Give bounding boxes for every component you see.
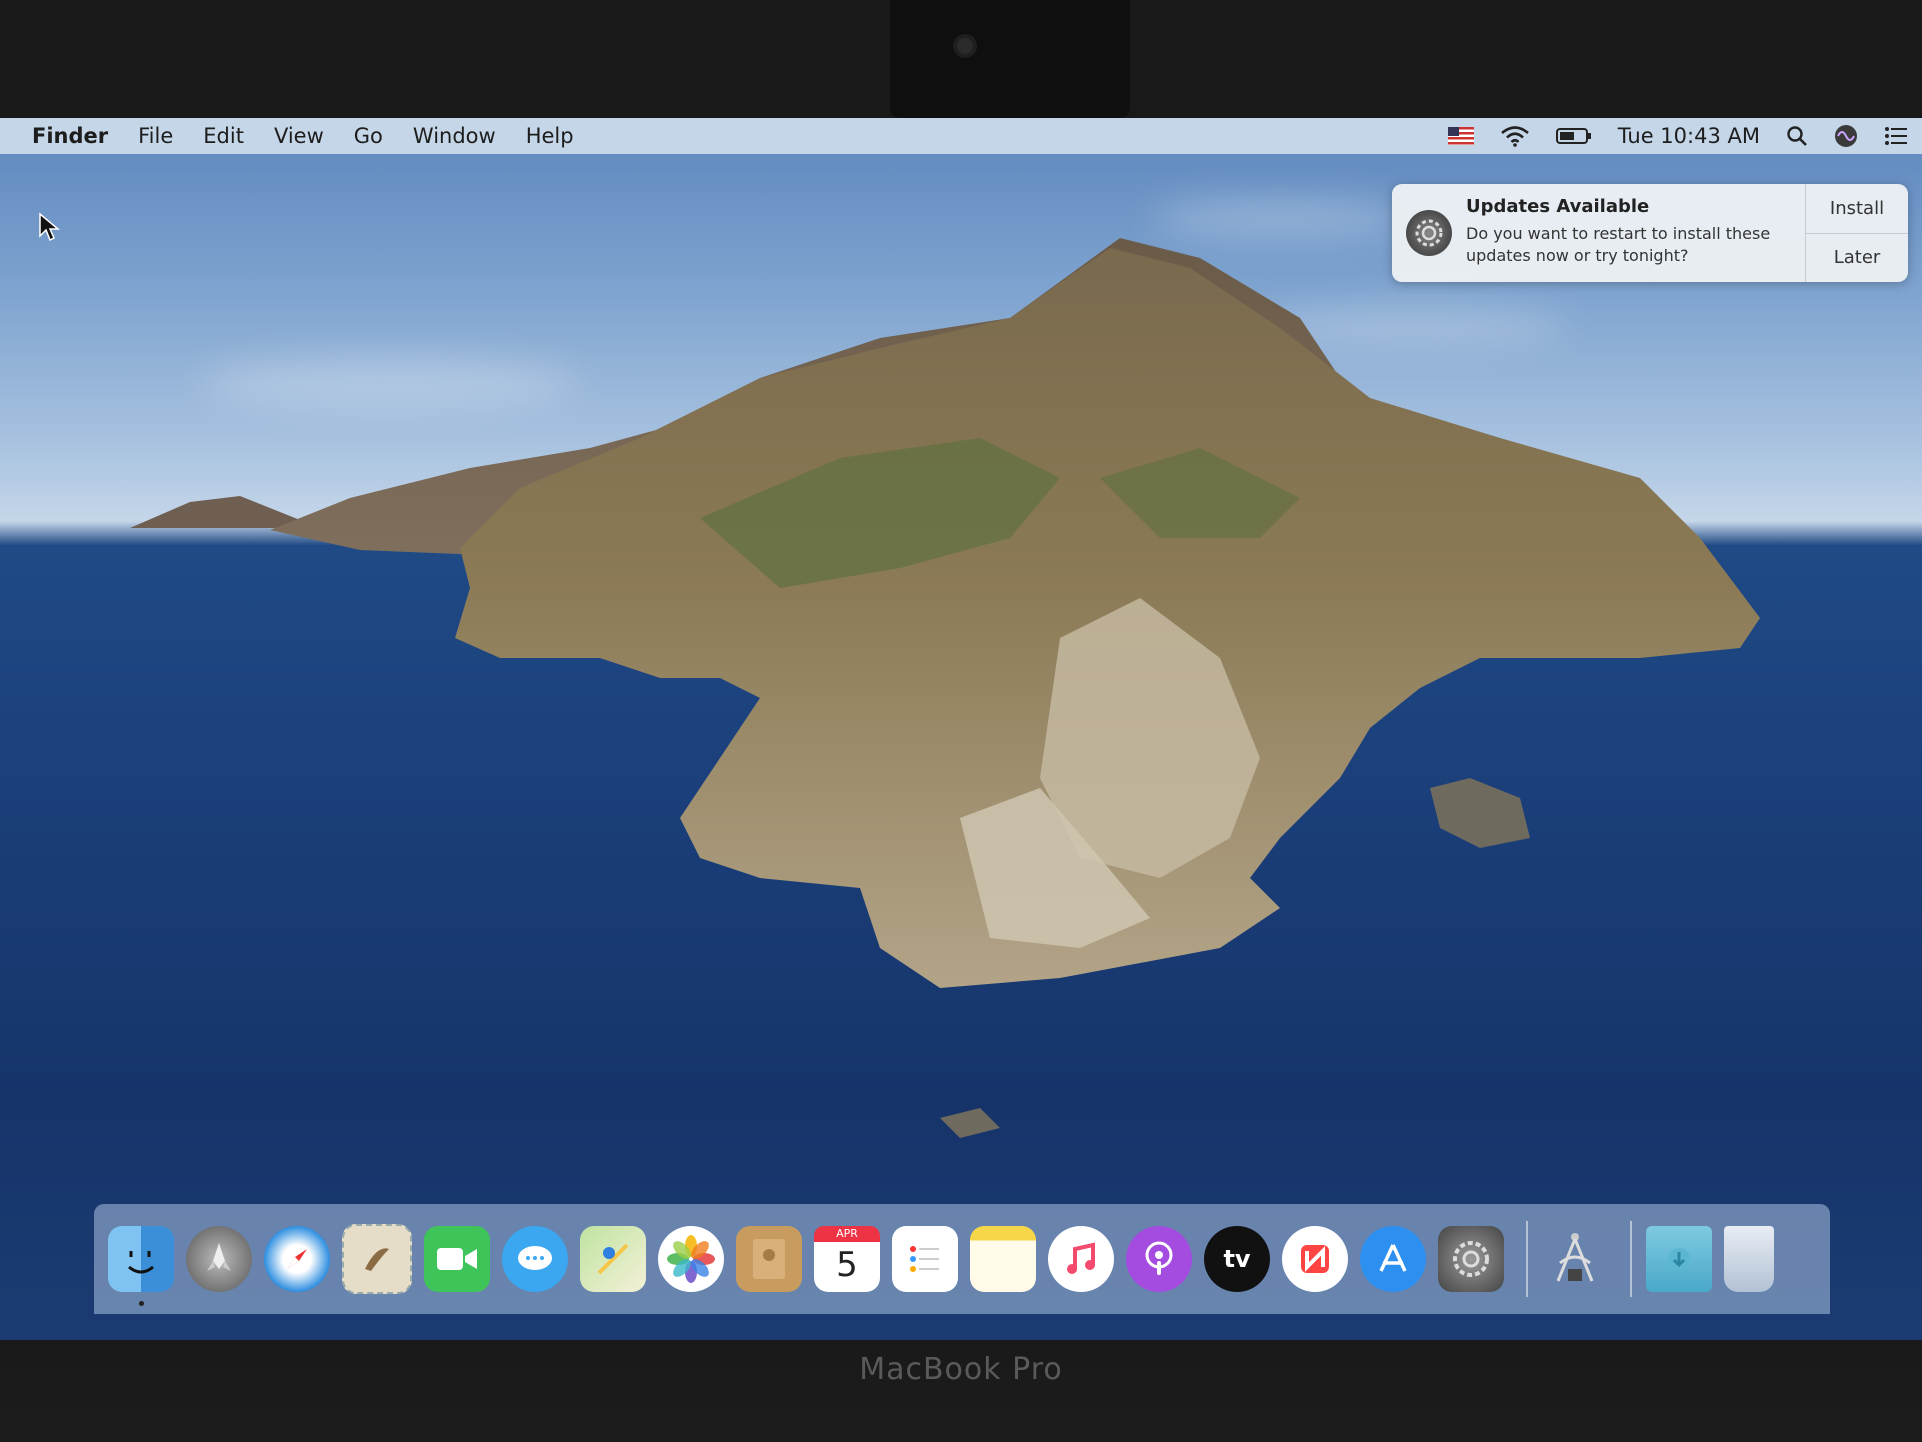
menu-bar: Finder File Edit View Go Window Help Tue… xyxy=(0,118,1922,154)
downloads-folder-icon[interactable] xyxy=(1646,1226,1712,1292)
menu-file[interactable]: File xyxy=(138,124,173,148)
menu-window[interactable]: Window xyxy=(413,124,496,148)
notification-body: Updates Available Do you want to restart… xyxy=(1466,184,1805,282)
menu-app-finder[interactable]: Finder xyxy=(32,124,108,148)
wifi-icon[interactable] xyxy=(1500,125,1530,147)
macbook-pro-label: MacBook Pro xyxy=(859,1352,1063,1387)
dock-separator xyxy=(1526,1221,1528,1297)
contacts-icon[interactable] xyxy=(736,1226,802,1292)
mouse-cursor-icon xyxy=(38,212,61,246)
tv-icon-label: tv xyxy=(1223,1245,1251,1273)
podcasts-icon[interactable] xyxy=(1126,1226,1192,1292)
mail-icon[interactable] xyxy=(342,1224,412,1294)
system-preferences-gear-icon xyxy=(1406,210,1452,256)
install-button[interactable]: Install xyxy=(1806,184,1908,233)
battery-icon[interactable] xyxy=(1555,127,1592,145)
menu-edit[interactable]: Edit xyxy=(203,124,244,148)
app-store-icon[interactable] xyxy=(1360,1226,1426,1292)
later-button[interactable]: Later xyxy=(1806,232,1908,283)
menu-view[interactable]: View xyxy=(274,124,324,148)
reminders-icon[interactable] xyxy=(892,1226,958,1292)
tv-icon[interactable]: tv xyxy=(1204,1226,1270,1292)
notification-actions: Install Later xyxy=(1805,184,1908,282)
update-notification[interactable]: Updates Available Do you want to restart… xyxy=(1392,184,1908,282)
finder-icon[interactable] xyxy=(108,1226,174,1306)
launchpad-icon[interactable] xyxy=(186,1226,252,1292)
news-icon[interactable] xyxy=(1282,1226,1348,1292)
menu-help[interactable]: Help xyxy=(526,124,574,148)
input-source-flag-icon[interactable] xyxy=(1447,127,1474,145)
trash-icon[interactable] xyxy=(1724,1226,1774,1292)
desktop-screen[interactable]: Finder File Edit View Go Window Help Tue… xyxy=(0,118,1922,1340)
facetime-icon[interactable] xyxy=(424,1226,490,1292)
safari-icon[interactable] xyxy=(264,1226,330,1292)
dock: APR 5 tv xyxy=(94,1204,1830,1314)
photos-icon[interactable] xyxy=(658,1226,724,1292)
calendar-day: 5 xyxy=(836,1245,858,1285)
calendar-month: APR xyxy=(814,1226,880,1242)
messages-icon[interactable] xyxy=(502,1226,568,1292)
finder-running-indicator xyxy=(139,1301,144,1306)
music-icon[interactable] xyxy=(1048,1226,1114,1292)
notification-center-icon[interactable] xyxy=(1884,126,1908,146)
webcam xyxy=(957,38,973,54)
notification-message: Do you want to restart to install these … xyxy=(1466,224,1771,265)
dock-separator xyxy=(1630,1221,1632,1297)
maps-icon[interactable] xyxy=(580,1226,646,1292)
catalina-wallpaper xyxy=(130,238,1760,1138)
menu-bar-left: Finder File Edit View Go Window Help xyxy=(32,124,604,148)
menu-go[interactable]: Go xyxy=(354,124,383,148)
system-preferences-icon[interactable] xyxy=(1438,1226,1504,1292)
notification-title: Updates Available xyxy=(1466,196,1650,217)
instruments-icon[interactable] xyxy=(1542,1226,1608,1292)
spotlight-search-icon[interactable] xyxy=(1786,125,1808,147)
calendar-icon[interactable]: APR 5 xyxy=(814,1226,880,1292)
siri-icon[interactable] xyxy=(1834,124,1858,148)
menu-bar-clock[interactable]: Tue 10:43 AM xyxy=(1618,124,1760,148)
menu-bar-status: Tue 10:43 AM xyxy=(1422,118,1908,154)
camera-housing xyxy=(890,0,1130,118)
notes-icon[interactable] xyxy=(970,1226,1036,1292)
